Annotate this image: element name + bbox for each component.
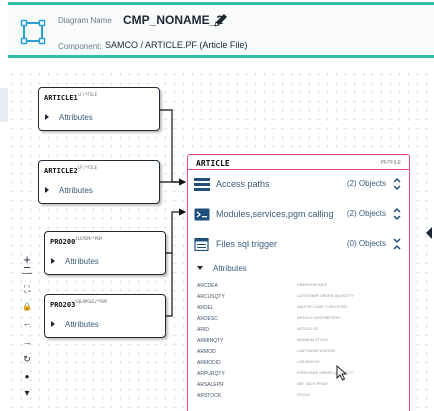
collapse-arrow-icon <box>197 266 203 270</box>
expand-icon[interactable] <box>392 206 402 222</box>
attributes-toggle[interactable]: Attributes <box>45 113 93 122</box>
row-label: Modules,services,pgm calling <box>216 209 334 219</box>
attribute-row[interactable]: ARPURQTY PURCHASE ORDER QUANTITY <box>197 371 407 382</box>
attribute-row[interactable]: ARMINQTY MINIMUM STOCK <box>197 338 407 349</box>
entity-title: PRO203SQLRPGLE/*PGM <box>50 299 107 309</box>
entity-pro200[interactable]: PRO200ILEPGM/*PGM Attributes <box>44 231 166 275</box>
attributes-label: Attributes <box>213 264 247 273</box>
files-sql-trigger-row[interactable]: Files sql trigger (0) Objects <box>194 236 404 254</box>
attributes-toggle[interactable]: Attributes <box>51 257 99 266</box>
more-tools-button[interactable]: ▾ <box>17 388 37 402</box>
side-panel-handle[interactable] <box>0 88 8 122</box>
point-tool-button[interactable]: ● <box>17 372 37 386</box>
row-label: Files sql trigger <box>216 239 278 249</box>
table-list-icon <box>194 178 210 191</box>
entity-article1[interactable]: ARTICLE1LF/*FILE Attributes <box>38 87 160 131</box>
access-paths-row[interactable]: Access paths (2) Objects <box>194 176 404 194</box>
chevron-left-icon[interactable] <box>424 226 434 240</box>
attribute-description: NET SALE PRICE <box>297 382 328 386</box>
pencil-icon[interactable] <box>212 11 230 29</box>
zoom-out-button[interactable]: − <box>17 260 37 275</box>
attribute-description: CUSTOMER ORDER QUANTITY <box>297 294 354 298</box>
attribute-name: ARID <box>197 327 209 333</box>
row-count: (2) Objects <box>346 209 386 218</box>
attributes-label: Attributes <box>59 186 93 195</box>
attribute-name: ARMINQTY <box>197 338 224 344</box>
attribute-row[interactable]: ARSTOCK STOCK <box>197 393 407 404</box>
attributes-toggle[interactable]: Attributes <box>51 320 99 329</box>
row-count: (2) Objects <box>346 179 386 188</box>
forward-button[interactable]: → <box>17 337 37 351</box>
diagram-name-label: Diagram Name <box>58 16 112 25</box>
attributes-label: Attributes <box>65 320 99 329</box>
attribute-name: ARMOD <box>197 349 216 355</box>
attribute-description: PURCHASE ORDER QUANTITY <box>297 371 354 375</box>
attribute-row[interactable]: ARID ARTICLE ID <box>197 327 407 338</box>
entity-article-target[interactable]: ARTICLE PF/*FILE Access paths (2) Object… <box>187 154 410 411</box>
attribute-row[interactable]: ARDESC ARTICLE DESCRIPTION <box>197 316 407 327</box>
target-divider <box>188 169 409 170</box>
attributes-label: Attributes <box>59 113 93 122</box>
collapse-icon[interactable] <box>392 236 402 252</box>
entity-type: SQLRPGLE/*PGM <box>75 299 107 304</box>
attribute-description: DELETE CODE Y=DELETED <box>297 305 348 309</box>
reset-button[interactable]: ↻ <box>17 354 37 368</box>
component-label: Component: <box>58 42 102 51</box>
target-type: PF/*FILE <box>380 160 401 166</box>
row-count: (0) Objects <box>346 239 386 248</box>
attribute-name: ARDESC <box>197 316 218 322</box>
attribute-description: MINIMUM STOCK <box>297 338 329 342</box>
attribute-description: LAST MODIFICATION <box>297 349 335 353</box>
entity-title: ARTICLE2LF/*FILE <box>44 165 97 175</box>
diagram-header: Diagram Name CMP_NONAME_2 Component: SAM… <box>8 2 434 58</box>
expand-arrow-icon <box>51 321 55 327</box>
attribute-name: ARSALEPR <box>197 382 224 388</box>
attribute-row[interactable]: ARMODID LAS MOD BY <box>197 360 407 371</box>
attribute-description: LAS MOD BY <box>297 360 321 364</box>
attribute-name: ARPURQTY <box>197 371 225 377</box>
entity-title: PRO200ILEPGM/*PGM <box>50 236 102 246</box>
attribute-description: ARTICLE ID <box>297 327 318 331</box>
attribute-row[interactable]: ARCUSQTY CUSTOMER ORDER QUANTITY <box>197 294 407 305</box>
entity-article2[interactable]: ARTICLE2LF/*FILE Attributes <box>38 160 160 204</box>
attribute-row[interactable]: ARSALEPR NET SALE PRICE <box>197 382 407 393</box>
attribute-description: CREATION DATE <box>297 283 328 287</box>
diagram-frame-icon <box>20 19 46 45</box>
component-value: SAMCO / ARTICLE.PF (Article File) <box>105 40 248 50</box>
attribute-description: ARTICLE DESCRIPTION <box>297 316 340 320</box>
attribute-name: ARMODID <box>197 360 221 366</box>
modules-row[interactable]: Modules,services,pgm calling (2) Objects <box>194 206 404 224</box>
entity-type: ILEPGM/*PGM <box>75 236 102 241</box>
back-button[interactable]: ← <box>17 318 37 332</box>
attributes-toggle[interactable]: Attributes <box>197 264 247 273</box>
attributes-label: Attributes <box>65 257 99 266</box>
expand-icon[interactable] <box>392 176 402 192</box>
attribute-row[interactable]: ARMOD LAST MODIFICATION <box>197 349 407 360</box>
entity-type: LF/*FILE <box>77 92 97 97</box>
attribute-name: ARCDEA <box>197 283 218 289</box>
attribute-name: ARDEL <box>197 305 214 311</box>
diagram-app: Diagram Name CMP_NONAME_2 Component: SAM… <box>0 0 434 411</box>
terminal-icon <box>194 208 210 221</box>
expand-arrow-icon <box>45 187 49 193</box>
attribute-name: ARCUSQTY <box>197 294 225 300</box>
canvas-toolbar: + − ⛶ 🔒 ← → ↻ ● ▾ <box>17 246 37 411</box>
lock-button[interactable]: 🔒 <box>17 302 37 316</box>
attributes-toggle[interactable]: Attributes <box>45 186 93 195</box>
attribute-row[interactable]: ARCDEA CREATION DATE <box>197 283 407 294</box>
expand-arrow-icon <box>45 114 49 120</box>
entity-title: ARTICLE1LF/*FILE <box>44 92 97 102</box>
entity-pro203[interactable]: PRO203SQLRPGLE/*PGM Attributes <box>44 294 166 338</box>
fit-view-button[interactable]: ⛶ <box>17 284 37 298</box>
file-icon <box>194 238 209 251</box>
expand-arrow-icon <box>51 258 55 264</box>
target-title: ARTICLE <box>196 159 230 168</box>
row-label: Access paths <box>216 179 270 189</box>
attribute-description: STOCK <box>297 393 311 397</box>
diagram-name-value: CMP_NONAME_2 <box>123 13 224 27</box>
attribute-row[interactable]: ARDEL DELETE CODE Y=DELETED <box>197 305 407 316</box>
entity-type: LF/*FILE <box>77 165 97 170</box>
attribute-name: ARSTOCK <box>197 393 222 399</box>
